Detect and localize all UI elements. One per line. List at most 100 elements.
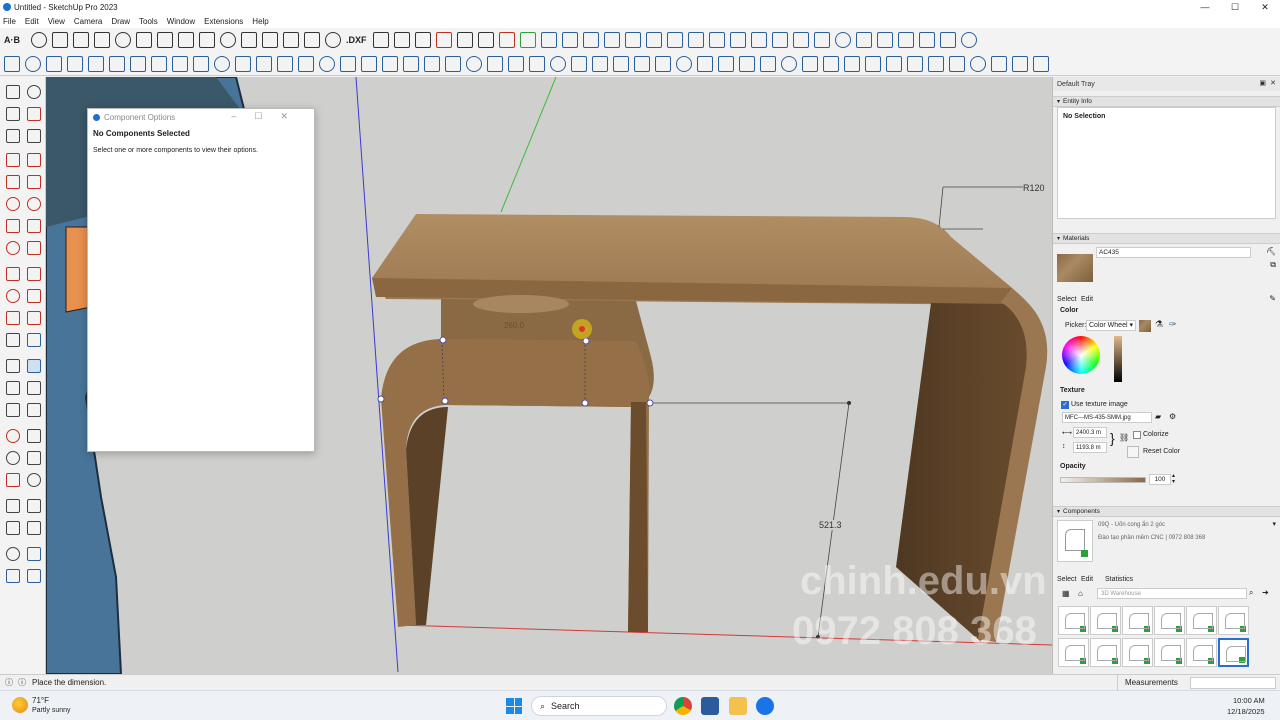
display-section-icon[interactable] bbox=[27, 547, 41, 561]
tool-icon-48[interactable] bbox=[991, 55, 1007, 72]
component-thumb-12[interactable] bbox=[1218, 638, 1249, 667]
clock-time[interactable]: 10:00 AM bbox=[1233, 696, 1265, 705]
warehouse-search-input[interactable]: 3D Warehouse bbox=[1097, 588, 1247, 599]
tool-icon-37[interactable] bbox=[760, 55, 776, 72]
tool-icon-35[interactable] bbox=[718, 55, 734, 72]
circle-icon[interactable] bbox=[6, 197, 20, 211]
make-component-icon[interactable] bbox=[6, 129, 20, 143]
tool-icon-11[interactable] bbox=[214, 55, 230, 72]
rectangle-icon[interactable] bbox=[283, 32, 299, 48]
extension-icon-2[interactable] bbox=[814, 32, 830, 48]
taskbar-search[interactable]: ⌕ Search bbox=[531, 696, 667, 716]
components-tab-edit[interactable]: Edit bbox=[1081, 576, 1093, 583]
match-color-icon[interactable]: ⚗ bbox=[1155, 319, 1163, 330]
arrow-right-icon[interactable] bbox=[415, 32, 431, 48]
texture-file-field[interactable]: MFC---MS-435-SMM.jpg bbox=[1062, 412, 1152, 423]
section-fill-icon[interactable] bbox=[27, 569, 41, 583]
extension-icon-7[interactable] bbox=[919, 32, 935, 48]
material-swatch[interactable] bbox=[1057, 254, 1093, 282]
rectangle-icon[interactable] bbox=[6, 175, 20, 189]
tool-icon-6[interactable] bbox=[109, 55, 125, 72]
style-hidden-icon[interactable] bbox=[583, 32, 599, 48]
view-left-icon[interactable] bbox=[772, 32, 788, 48]
tool-icon-25[interactable] bbox=[508, 55, 524, 72]
materials-header[interactable]: Materials bbox=[1053, 233, 1280, 244]
component-thumb-7[interactable] bbox=[1058, 638, 1089, 667]
tool-icon-17[interactable] bbox=[340, 55, 356, 72]
extension-icon-3[interactable] bbox=[835, 32, 851, 48]
tool-icon-43[interactable] bbox=[886, 55, 902, 72]
tool-icon-47[interactable] bbox=[970, 55, 986, 72]
extension-icon-8[interactable] bbox=[940, 32, 956, 48]
extension-icon-9[interactable] bbox=[961, 32, 977, 48]
position-camera-icon[interactable] bbox=[27, 521, 41, 535]
minimize-icon[interactable]: — bbox=[1190, 0, 1220, 14]
zoom-view-icon[interactable] bbox=[6, 451, 20, 465]
tape-measure-icon[interactable] bbox=[6, 359, 20, 373]
sketchup-taskbar-icon[interactable] bbox=[701, 697, 719, 715]
tool-icon-4[interactable] bbox=[67, 55, 83, 72]
tool-icon-10[interactable] bbox=[193, 55, 209, 72]
3d-text-icon[interactable] bbox=[27, 403, 41, 417]
navigate-icon[interactable]: ➜ bbox=[1262, 588, 1269, 597]
weather-temp[interactable]: 71°F bbox=[32, 696, 49, 705]
orbit-icon[interactable] bbox=[27, 85, 41, 99]
pie-icon[interactable] bbox=[6, 241, 20, 255]
play-icon[interactable] bbox=[457, 32, 473, 48]
tool-icon-5[interactable] bbox=[88, 55, 104, 72]
eyedropper-icon[interactable]: ✎ bbox=[1269, 294, 1276, 303]
tool-icon-21[interactable] bbox=[424, 55, 440, 72]
text-tool-icon[interactable]: A·B bbox=[4, 32, 26, 48]
texture-height-field[interactable]: 1193.8 m bbox=[1073, 442, 1107, 453]
zoom-icon[interactable] bbox=[31, 32, 47, 48]
bars-icon[interactable] bbox=[199, 32, 215, 48]
solid-tools-icon[interactable] bbox=[6, 333, 20, 347]
menu-tools[interactable]: Tools bbox=[139, 17, 158, 26]
gear-icon[interactable] bbox=[220, 32, 236, 48]
view-front-icon[interactable] bbox=[709, 32, 725, 48]
current-color-swatch[interactable] bbox=[1139, 320, 1151, 332]
axes-icon[interactable] bbox=[262, 32, 278, 48]
picker-dropdown[interactable]: Color Wheel ▾ bbox=[1086, 320, 1136, 331]
extension-icon-5[interactable] bbox=[877, 32, 893, 48]
dimension-icon[interactable] bbox=[157, 32, 173, 48]
component-thumb-11[interactable] bbox=[1186, 638, 1217, 667]
tool-icon-2[interactable] bbox=[25, 55, 41, 72]
tool-icon-20[interactable] bbox=[403, 55, 419, 72]
edit-texture-icon[interactable]: ⚙ bbox=[1169, 412, 1176, 421]
lock-aspect-icon[interactable]: } bbox=[1110, 430, 1115, 446]
view-options-icon[interactable]: ▦ bbox=[1062, 589, 1070, 598]
offset-icon[interactable] bbox=[27, 311, 41, 325]
style-shaded-icon[interactable] bbox=[604, 32, 620, 48]
browse-folder-icon[interactable]: ▰ bbox=[1155, 412, 1161, 421]
component-thumb-1[interactable] bbox=[1058, 606, 1089, 635]
component-thumb-5[interactable] bbox=[1186, 606, 1217, 635]
create-material-icon[interactable]: ⧉ bbox=[1270, 260, 1276, 270]
paint-bucket-icon[interactable]: ⛏ bbox=[1266, 247, 1276, 256]
component-thumb-9[interactable] bbox=[1122, 638, 1153, 667]
tool-icon-3[interactable] bbox=[46, 55, 62, 72]
home-icon[interactable]: ⌂ bbox=[1078, 589, 1083, 598]
component-thumb-3[interactable] bbox=[1122, 606, 1153, 635]
tool-icon-1[interactable] bbox=[4, 55, 20, 72]
tool-icon-28[interactable] bbox=[571, 55, 587, 72]
tool-icon-46[interactable] bbox=[949, 55, 965, 72]
brightness-slider[interactable] bbox=[1114, 336, 1122, 382]
paint-icon[interactable] bbox=[6, 107, 20, 121]
radius-dimension-label[interactable]: R120 bbox=[1023, 183, 1045, 193]
tool-icon-22[interactable] bbox=[445, 55, 461, 72]
component-detail-icon[interactable]: ▾ bbox=[1272, 520, 1276, 528]
tool-icon-45[interactable] bbox=[928, 55, 944, 72]
rotate-icon[interactable] bbox=[6, 289, 20, 303]
tool-icon-8[interactable] bbox=[151, 55, 167, 72]
tool-icon-42[interactable] bbox=[865, 55, 881, 72]
tool-icon-29[interactable] bbox=[592, 55, 608, 72]
close-icon[interactable]: ✕ bbox=[1250, 0, 1280, 14]
paint-bucket-icon[interactable] bbox=[52, 32, 68, 48]
crosshair-icon[interactable] bbox=[325, 32, 341, 48]
scale-icon[interactable] bbox=[6, 311, 20, 325]
text-icon[interactable] bbox=[27, 381, 41, 395]
file-explorer-icon[interactable] bbox=[729, 697, 747, 715]
arc-icon[interactable] bbox=[6, 219, 20, 233]
tray-close-icon[interactable]: ✕ bbox=[1270, 79, 1276, 87]
